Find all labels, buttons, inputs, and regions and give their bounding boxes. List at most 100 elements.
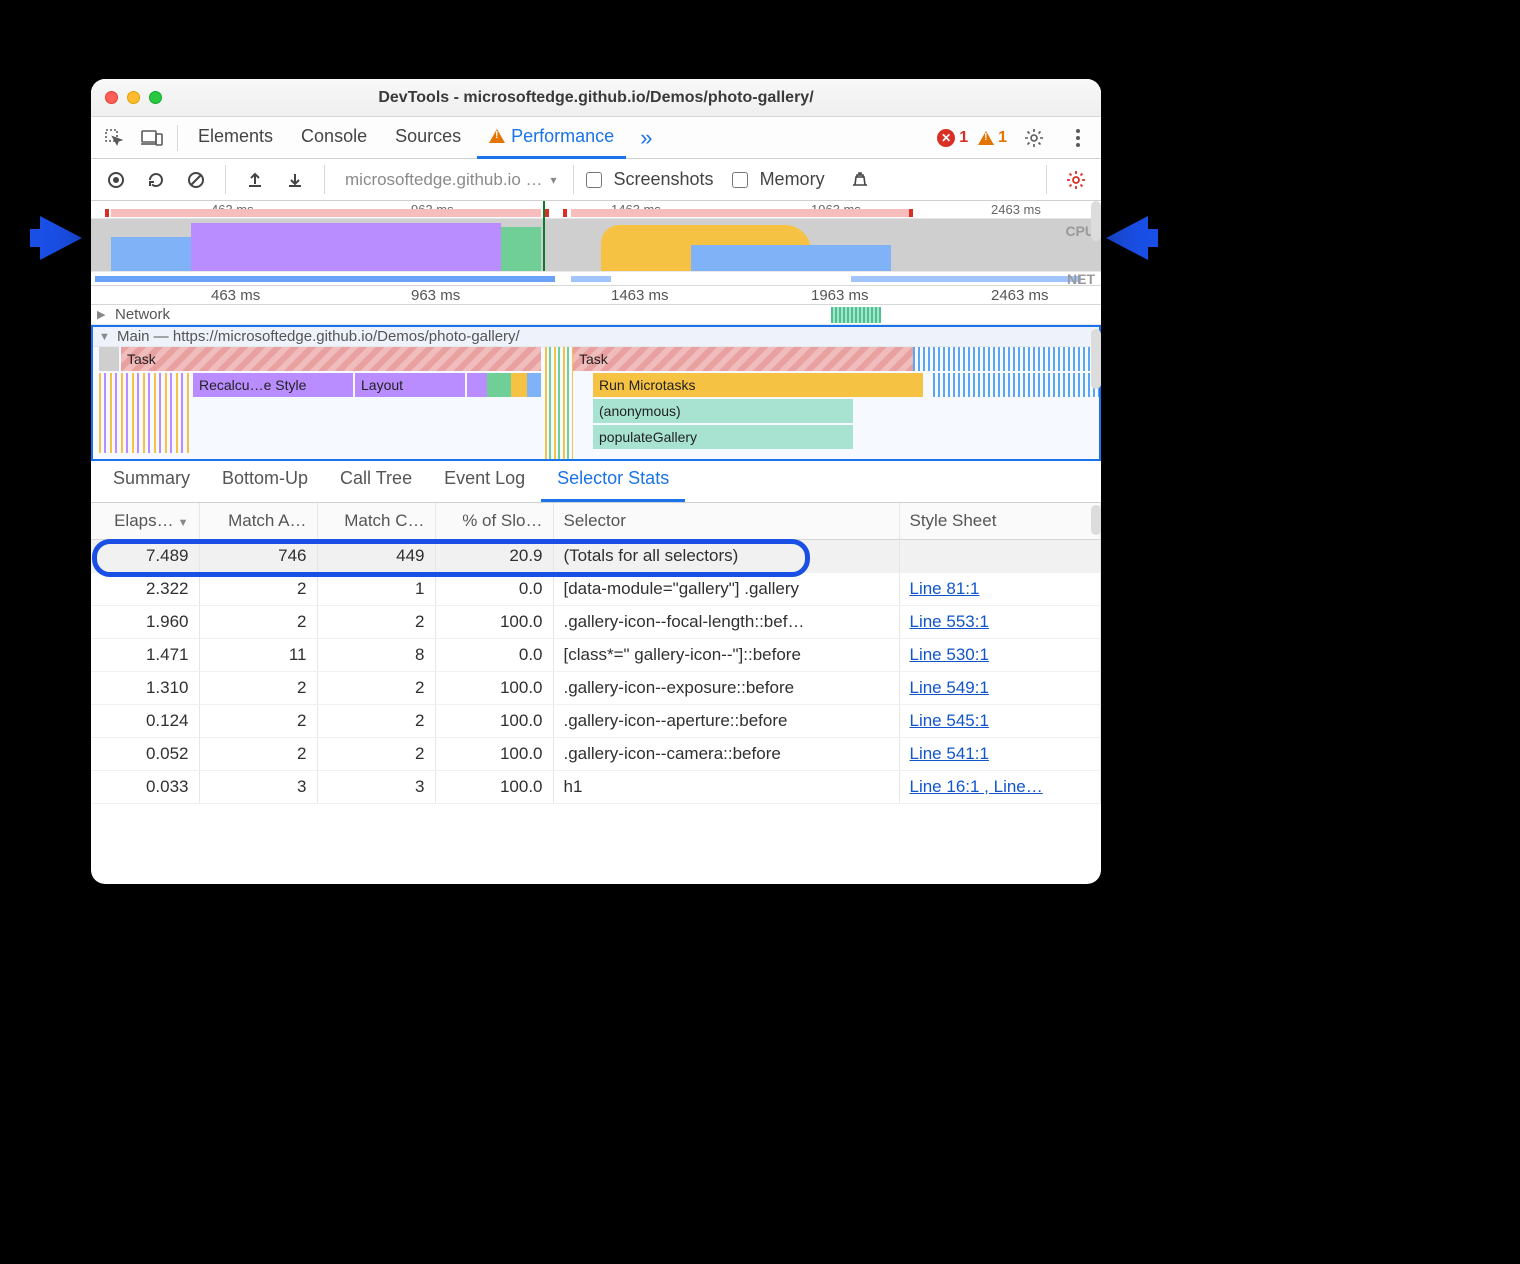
tab-summary[interactable]: Summary (97, 458, 206, 502)
flame-task[interactable]: Task (121, 347, 541, 371)
tab-console[interactable]: Console (289, 117, 379, 159)
detail-ruler: 463 ms 963 ms 1463 ms 1963 ms 2463 ms (91, 285, 1101, 305)
flame-anonymous[interactable]: (anonymous) (593, 399, 853, 423)
download-icon[interactable] (278, 165, 312, 195)
tick-label: 2463 ms (991, 202, 1041, 217)
tab-elements[interactable]: Elements (186, 117, 285, 159)
overview-strip (111, 209, 541, 217)
window-title: DevTools - microsoftedge.github.io/Demos… (91, 89, 1101, 107)
warning-counter[interactable]: 1 (978, 129, 1007, 147)
flame-microtasks[interactable]: Run Microtasks (593, 373, 923, 397)
table-row[interactable]: 1.96022100.0.gallery-icon--focal-length:… (91, 606, 1101, 639)
clear-icon[interactable] (179, 165, 213, 195)
table-row[interactable]: 0.05222100.0.gallery-icon--camera::befor… (91, 738, 1101, 771)
reload-record-icon[interactable] (139, 165, 173, 195)
table-row[interactable]: 1.4711180.0[class*=" gallery-icon--"]::b… (91, 639, 1101, 672)
zoom-window-button[interactable] (149, 91, 162, 104)
flame-misc[interactable] (467, 373, 541, 397)
stylesheet-link[interactable]: Line 81:1 (910, 579, 980, 598)
network-track-header[interactable]: ▶ Network (91, 305, 1101, 325)
timeline-overview[interactable]: 463 ms 963 ms 1463 ms 1963 ms 2463 ms CP… (91, 201, 1101, 305)
cpu-overview[interactable]: CPU (91, 219, 1101, 271)
stylesheet-link[interactable]: Line 541:1 (910, 744, 989, 763)
more-tabs-button[interactable]: » (630, 125, 662, 151)
tab-call-tree[interactable]: Call Tree (324, 458, 428, 502)
stylesheet-link[interactable]: Line 530:1 (910, 645, 989, 664)
flame-populate-gallery[interactable]: populateGallery (593, 425, 853, 449)
expand-icon[interactable]: ▶ (97, 308, 111, 321)
collapse-icon[interactable]: ▼ (99, 331, 113, 343)
annotation-arrow-left (40, 216, 82, 260)
flame-task-label: Task (127, 351, 156, 367)
table-cell: 0.0 (435, 639, 553, 672)
main-track[interactable]: ▼ Main — https://microsoftedge.github.io… (91, 325, 1101, 461)
table-cell: 2 (317, 738, 435, 771)
col-match-attempts[interactable]: Match A… (199, 503, 317, 540)
garbage-collect-icon[interactable] (843, 165, 877, 195)
overview-strip (571, 209, 911, 217)
table-header-row: Elaps…▼ Match A… Match C… % of Slo… Sele… (91, 503, 1101, 540)
stylesheet-link[interactable]: Line 553:1 (910, 612, 989, 631)
target-select[interactable]: microsoftedge.github.io … (337, 166, 561, 194)
table-cell: 2 (317, 672, 435, 705)
devtools-window: DevTools - microsoftedge.github.io/Demos… (91, 79, 1101, 884)
table-row[interactable]: 7.48974644920.9(Totals for all selectors… (91, 540, 1101, 573)
inspect-element-icon[interactable] (97, 123, 131, 153)
col-elapsed[interactable]: Elaps…▼ (91, 503, 199, 540)
memory-label: Memory (760, 169, 825, 190)
grid-scrollbar[interactable] (1091, 505, 1101, 535)
table-cell: 2 (199, 573, 317, 606)
screenshots-label: Screenshots (614, 169, 714, 190)
flame-layout[interactable]: Layout (355, 373, 465, 397)
stylesheet-link[interactable]: Line 549:1 (910, 678, 989, 697)
table-cell: 2 (317, 705, 435, 738)
flame-recalc-style[interactable]: Recalcu…e Style (193, 373, 353, 397)
tab-performance[interactable]: Performance (477, 117, 626, 159)
table-row[interactable]: 1.31022100.0.gallery-icon--exposure::bef… (91, 672, 1101, 705)
kebab-menu-icon[interactable] (1061, 123, 1095, 153)
overview-marker (105, 209, 109, 217)
table-row[interactable]: 0.12422100.0.gallery-icon--aperture::bef… (91, 705, 1101, 738)
device-toolbar-icon[interactable] (135, 123, 169, 153)
capture-settings-icon[interactable] (1059, 165, 1093, 195)
main-track-label: Main — https://microsoftedge.github.io/D… (117, 328, 520, 345)
memory-checkbox[interactable] (732, 172, 748, 188)
table-row[interactable]: 0.03333100.0h1Line 16:1 , Line… (91, 771, 1101, 804)
tab-event-log[interactable]: Event Log (428, 458, 541, 502)
tracks-scrollbar[interactable] (1091, 329, 1101, 389)
col-selector[interactable]: Selector (553, 503, 899, 540)
table-row[interactable]: 2.322210.0[data-module="gallery"] .galle… (91, 573, 1101, 606)
upload-icon[interactable] (238, 165, 272, 195)
minimize-window-button[interactable] (127, 91, 140, 104)
flame-chart[interactable]: Task Task Recalcu…e Style Layout Run Mic… (93, 347, 1099, 459)
ruler-label: 2463 ms (991, 287, 1049, 304)
settings-icon[interactable] (1017, 123, 1051, 153)
error-icon: ✕ (937, 129, 955, 147)
table-cell: 2.322 (91, 573, 199, 606)
record-icon[interactable] (99, 165, 133, 195)
flame-gray[interactable] (99, 347, 119, 371)
main-track-header[interactable]: ▼ Main — https://microsoftedge.github.io… (93, 327, 1099, 347)
col-pct-slow[interactable]: % of Slo… (435, 503, 553, 540)
stylesheet-link[interactable]: Line 545:1 (910, 711, 989, 730)
overview-scrollbar[interactable] (1091, 201, 1101, 241)
net-overview[interactable]: NET (91, 271, 1101, 285)
table-cell: 100.0 (435, 672, 553, 705)
main-tabstrip: Elements Console Sources Performance » ✕… (91, 117, 1101, 159)
stylesheet-link[interactable]: Line 16:1 , Line… (910, 777, 1043, 796)
col-match-count[interactable]: Match C… (317, 503, 435, 540)
table-cell: 2 (317, 606, 435, 639)
tab-selector-stats[interactable]: Selector Stats (541, 458, 685, 502)
close-window-button[interactable] (105, 91, 118, 104)
flame-task[interactable]: Task (573, 347, 913, 371)
annotation-arrow-right (1106, 216, 1148, 260)
table-cell: 449 (317, 540, 435, 573)
selector-stats-grid[interactable]: Elaps…▼ Match A… Match C… % of Slo… Sele… (91, 503, 1101, 884)
cpu-block (191, 223, 501, 271)
error-counter[interactable]: ✕ 1 (937, 129, 968, 147)
tab-bottom-up[interactable]: Bottom-Up (206, 458, 324, 502)
overview-marker (545, 209, 549, 217)
col-stylesheet[interactable]: Style Sheet (899, 503, 1101, 540)
tab-sources[interactable]: Sources (383, 117, 473, 159)
screenshots-checkbox[interactable] (586, 172, 602, 188)
